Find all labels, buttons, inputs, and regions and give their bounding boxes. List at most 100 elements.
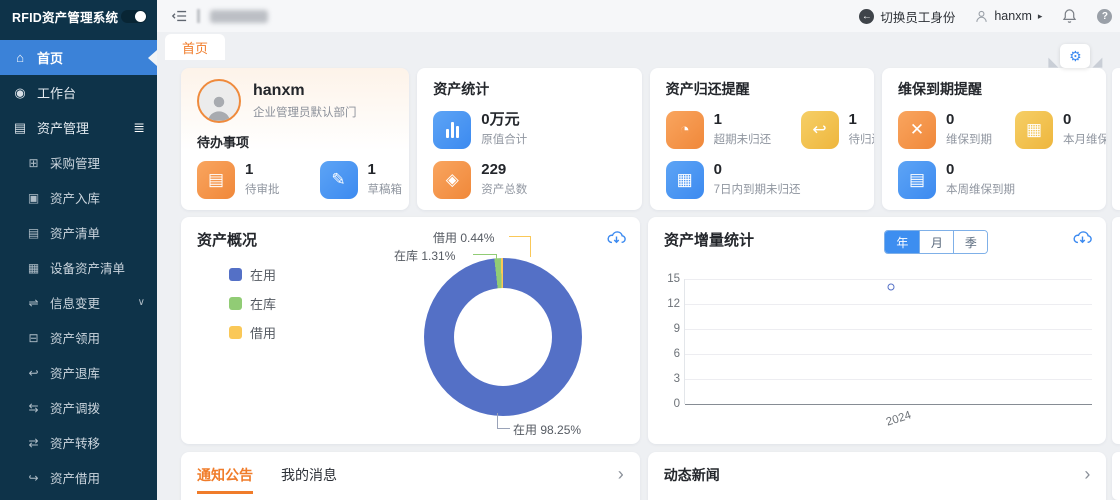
stat-value: 1 xyxy=(368,161,403,178)
tab-scroll-left-icon[interactable]: ◣ xyxy=(1048,55,1058,68)
tab-notice[interactable]: 通知公告 xyxy=(197,465,253,494)
sidebar-item-home[interactable]: ⌂ 首页 xyxy=(0,40,157,75)
borrow-icon: ↪ xyxy=(26,471,41,485)
calendar-due-icon: ▦ xyxy=(666,161,704,199)
leader-line xyxy=(496,254,497,262)
stat-label: 草稿箱 xyxy=(368,181,403,197)
settings-button[interactable]: ⚙ xyxy=(1060,44,1090,68)
period-month-button[interactable]: 月 xyxy=(919,231,953,253)
main-area: ← 切换员工身份 hanxm ▸ ? 首页 ◣ ⚙ ◢ xyxy=(157,0,1120,500)
asset-stats-items: 0万元 原值合计 ◈ 229 资产总数 xyxy=(433,111,625,199)
sidebar-item-label: 资产清单 xyxy=(50,223,100,242)
overdue-stat: ◔ 1 超期未归还 xyxy=(666,111,801,149)
todo-approval[interactable]: ▤ 1 待审批 xyxy=(197,161,280,199)
user-card: hanxm 企业管理员默认部门 待办事项 ▤ 1 待审批 xyxy=(181,68,409,210)
stat-label: 本月维保到期 xyxy=(1063,131,1106,147)
stat-label: 原值合计 xyxy=(481,131,527,147)
y-tick: 3 xyxy=(660,373,680,385)
y-tick: 0 xyxy=(660,398,680,410)
sidebar-item-label: 采购管理 xyxy=(50,153,100,172)
dashboard-content: hanxm 企业管理员默认部门 待办事项 ▤ 1 待审批 xyxy=(157,60,1120,500)
stat-label: 7日内到期未归还 xyxy=(714,181,801,197)
notification-bell-icon[interactable] xyxy=(1062,8,1077,24)
sidebar-item-asset-return-store[interactable]: ↩ 资产退库 xyxy=(0,355,157,390)
next-card-edge xyxy=(1112,217,1120,444)
logo-divider xyxy=(197,9,200,23)
sidebar-item-asset-inbound[interactable]: ▣ 资产入库 xyxy=(0,180,157,215)
todo-drafts[interactable]: ✎ 1 草稿箱 xyxy=(320,161,403,199)
sidebar-item-label: 工作台 xyxy=(37,83,76,102)
x-tick-label: 2024 xyxy=(885,409,913,428)
overdue-clock-icon: ◔ xyxy=(666,111,704,149)
y-tick: 12 xyxy=(660,298,680,310)
period-quarter-button[interactable]: 季 xyxy=(953,231,987,253)
download-icon[interactable] xyxy=(1073,229,1092,251)
return-reminder-items: ◔ 1 超期未归还 ↩ 1 待归还资产 xyxy=(666,111,858,199)
sidebar-item-label: 信息变更 xyxy=(50,293,100,312)
sidebar-item-asset-borrow[interactable]: ↪ 资产借用 xyxy=(0,460,157,495)
sidebar-item-asset-claim[interactable]: ⊟ 资产领用 xyxy=(0,320,157,355)
workbench-icon: ◉ xyxy=(12,85,28,101)
submenu-toggle-icon[interactable]: ≣ xyxy=(133,119,145,136)
claim-icon: ⊟ xyxy=(26,331,41,345)
home-icon: ⌂ xyxy=(12,50,28,65)
sidebar-item-asset-transfer[interactable]: ⇄ 资产转移 xyxy=(0,425,157,460)
sidebar-item-label: 首页 xyxy=(37,48,63,67)
info-change-icon: ⇌ xyxy=(26,296,41,310)
menu-fold-icon[interactable] xyxy=(171,9,187,23)
sidebar-item-device-asset-list[interactable]: ▦ 设备资产清单 xyxy=(0,250,157,285)
stat-value: 0 xyxy=(946,161,1015,178)
sidebar-item-purchase[interactable]: ⊞ 采购管理 xyxy=(0,145,157,180)
legend-item-in-stock[interactable]: 在库 xyxy=(229,294,276,313)
stat-value: 229 xyxy=(481,161,527,178)
y-tick: 9 xyxy=(660,323,680,335)
sidebar-item-workbench[interactable]: ◉ 工作台 xyxy=(0,75,157,110)
tools-icon: ✕ xyxy=(898,111,936,149)
sidebar-item-asset-management[interactable]: ▤ 资产管理 ≣ xyxy=(0,110,157,145)
sidebar-item-asset-list[interactable]: ▤ 资产清单 xyxy=(0,215,157,250)
period-year-button[interactable]: 年 xyxy=(885,231,919,253)
leader-line xyxy=(509,236,531,237)
due-7days-stat: ▦ 0 7日内到期未归还 xyxy=(666,161,801,199)
stat-value: 0 xyxy=(1063,111,1106,128)
tab-home[interactable]: 首页 xyxy=(165,34,225,60)
legend-label: 在用 xyxy=(250,265,276,284)
legend-label: 借用 xyxy=(250,323,276,342)
theme-toggle[interactable] xyxy=(121,10,147,23)
tab-label: 首页 xyxy=(182,38,208,57)
sidebar-item-label: 资产领用 xyxy=(50,328,100,347)
chart-title: 资产增量统计 xyxy=(664,229,1090,250)
chevron-right-icon[interactable]: › xyxy=(618,464,624,485)
legend-item-borrowed[interactable]: 借用 xyxy=(229,323,276,342)
rfid-asset-dashboard: RFID资产管理系统 ⌂ 首页 ◉ 工作台 ▤ 资产管理 ≣ ⊞ 采购管理 xyxy=(0,0,1120,500)
sidebar-item-label: 资产调拨 xyxy=(50,398,100,417)
tab-scroll-right-icon[interactable]: ◢ xyxy=(1092,55,1102,68)
legend-item-in-use[interactable]: 在用 xyxy=(229,265,276,284)
avatar[interactable] xyxy=(197,79,241,123)
topbar-right: ← 切换员工身份 hanxm ▸ ? xyxy=(859,7,1106,26)
chevron-right-icon[interactable]: › xyxy=(1084,464,1090,485)
stat-value: 0 xyxy=(946,111,992,128)
download-icon[interactable] xyxy=(607,229,626,251)
stat-label: 待归还资产 xyxy=(849,131,874,147)
return-store-icon: ↩ xyxy=(26,366,41,380)
asset-overview-card: 资产概况 在用 在库 xyxy=(181,217,640,444)
sidebar-item-info-change[interactable]: ⇌ 信息变更 ∨ xyxy=(0,285,157,320)
sidebar-item-asset-allocate[interactable]: ⇆ 资产调拨 xyxy=(0,390,157,425)
user-info: hanxm 企业管理员默认部门 xyxy=(197,79,393,123)
person-icon xyxy=(204,93,234,121)
legend-label: 在库 xyxy=(250,294,276,313)
sidebar-item-label: 资产借用 xyxy=(50,468,100,487)
help-icon[interactable]: ? xyxy=(1097,9,1112,24)
sidebar-item-label: 设备资产清单 xyxy=(50,258,125,277)
user-menu[interactable]: hanxm ▸ xyxy=(975,9,1042,23)
tab-my-messages[interactable]: 我的消息 xyxy=(281,465,337,494)
stat-value: 0万元 xyxy=(481,111,527,128)
stat-value: 1 xyxy=(714,111,772,128)
next-card-edge xyxy=(1112,452,1120,500)
stat-label: 超期未归还 xyxy=(714,131,772,147)
layers-icon: ◈ xyxy=(433,161,471,199)
switch-identity-button[interactable]: ← 切换员工身份 xyxy=(859,7,955,26)
asset-management-icon: ▤ xyxy=(12,120,28,136)
leader-line xyxy=(497,428,510,429)
